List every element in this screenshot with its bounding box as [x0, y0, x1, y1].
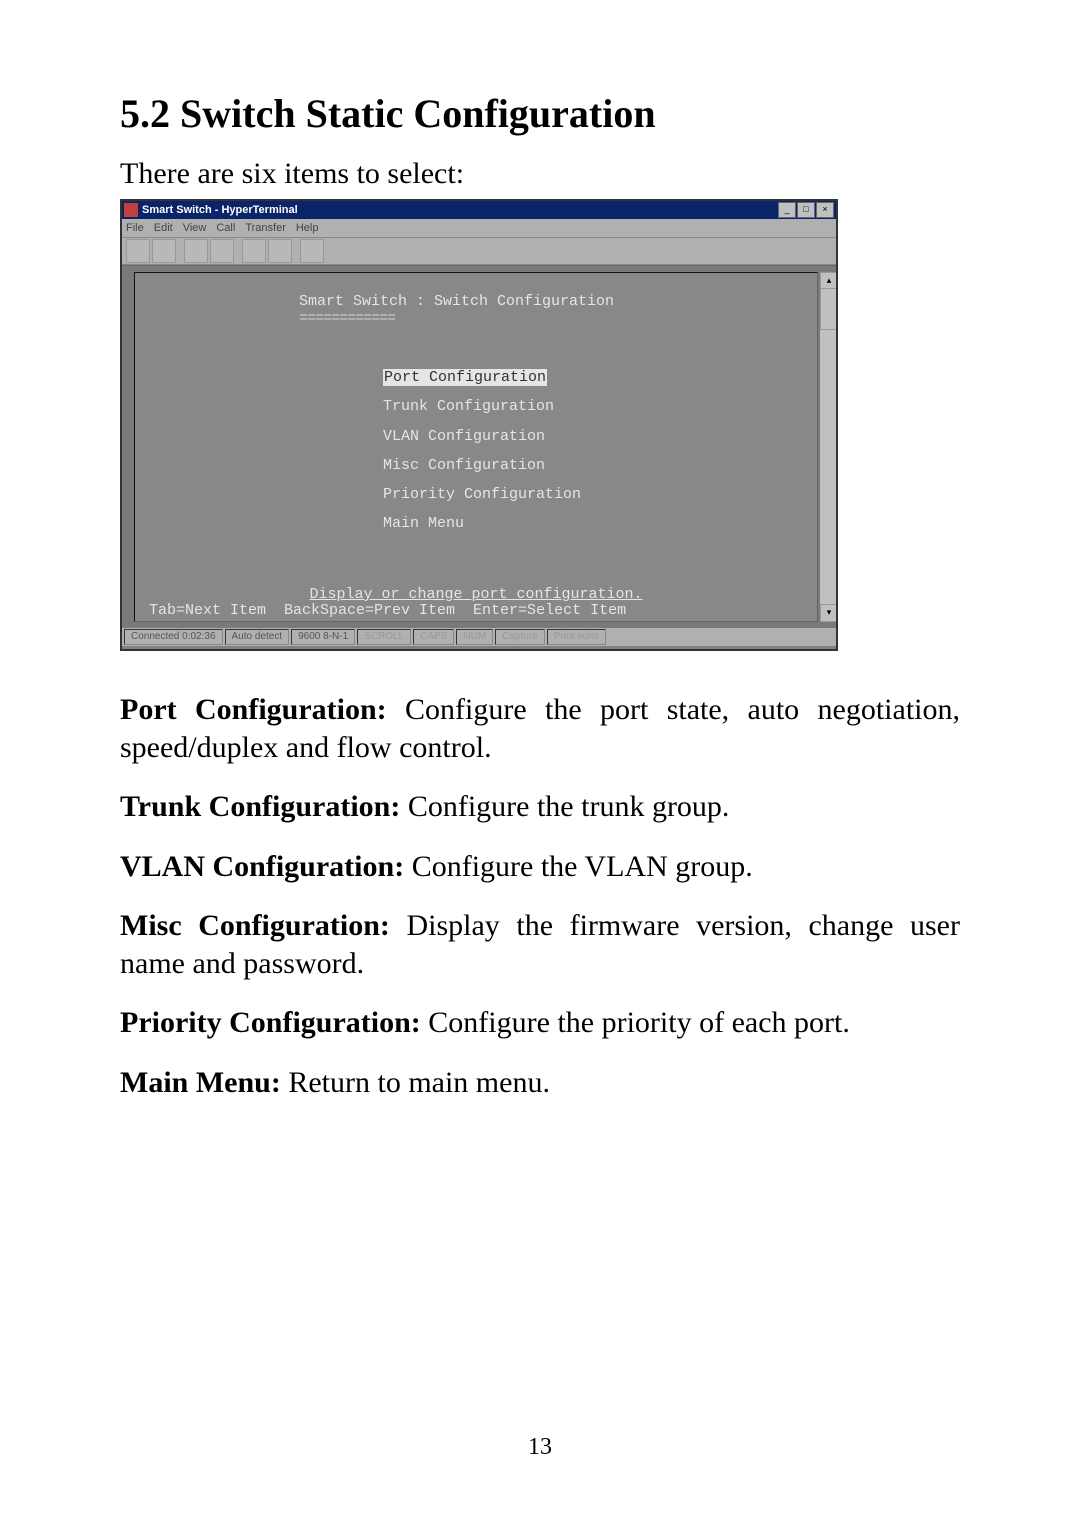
- desc-priority-configuration: Priority Configuration: Configure the pr…: [120, 1004, 960, 1042]
- terminal-screen: Smart Switch : Switch Configuration ====…: [134, 272, 818, 622]
- menu-item-vlan-configuration[interactable]: VLAN Configuration: [149, 422, 803, 451]
- desc-misc-configuration: Misc Configuration: Display the firmware…: [120, 907, 960, 982]
- menu-item-priority-configuration[interactable]: Priority Configuration: [149, 480, 803, 509]
- menu-item-port-configuration[interactable]: Port Configuration: [149, 363, 803, 392]
- minimize-button[interactable]: _: [778, 202, 796, 218]
- menu-file[interactable]: File: [126, 222, 144, 234]
- intro-text: There are six items to select:: [120, 157, 960, 191]
- title-underline: ============: [149, 310, 803, 327]
- toolbar-properties-icon[interactable]: [300, 239, 324, 263]
- scrollbar[interactable]: ▴ ▾: [820, 272, 836, 622]
- menu-edit[interactable]: Edit: [154, 222, 173, 234]
- desc-port-configuration: Port Configuration: Configure the port s…: [120, 691, 960, 766]
- help-line: Display or change port configuration.: [135, 586, 817, 603]
- status-scroll: SCROLL: [357, 629, 411, 645]
- maximize-button[interactable]: □: [797, 202, 815, 218]
- app-icon: [124, 203, 138, 217]
- menu-item-trunk-configuration[interactable]: Trunk Configuration: [149, 392, 803, 421]
- toolbar-separator: [178, 240, 182, 262]
- status-num: NUM: [456, 629, 493, 645]
- terminal-body: Smart Switch : Switch Configuration ====…: [122, 265, 836, 628]
- section-heading: 5.2 Switch Static Configuration: [120, 90, 960, 137]
- toolbar-new-icon[interactable]: [126, 239, 150, 263]
- scroll-down-icon[interactable]: ▾: [820, 604, 836, 622]
- status-caps: CAPS: [413, 629, 454, 645]
- nav-hint: Tab=Next Item BackSpace=Prev Item Enter=…: [149, 602, 626, 619]
- menu-item-main-menu[interactable]: Main Menu: [149, 509, 803, 538]
- menu-list: Port Configuration Trunk Configuration V…: [149, 363, 803, 539]
- menu-call[interactable]: Call: [216, 222, 235, 234]
- window-titlebar: Smart Switch - HyperTerminal _ □ ×: [122, 201, 836, 219]
- desc-trunk-configuration: Trunk Configuration: Configure the trunk…: [120, 788, 960, 826]
- desc-main-menu: Main Menu: Return to main menu.: [120, 1064, 960, 1102]
- toolbar-separator: [236, 240, 240, 262]
- toolbar-call-icon[interactable]: [184, 239, 208, 263]
- status-detect: Auto detect: [225, 629, 290, 645]
- status-capture: Capture: [495, 629, 545, 645]
- toolbar-disconnect-icon[interactable]: [210, 239, 234, 263]
- menubar: File Edit View Call Transfer Help: [122, 219, 836, 237]
- hyperterminal-window: Smart Switch - HyperTerminal _ □ × File …: [120, 199, 838, 651]
- toolbar-receive-icon[interactable]: [268, 239, 292, 263]
- menu-view[interactable]: View: [183, 222, 207, 234]
- menu-item-misc-configuration[interactable]: Misc Configuration: [149, 451, 803, 480]
- window-title: Smart Switch - HyperTerminal: [142, 204, 298, 216]
- toolbar-separator: [294, 240, 298, 262]
- toolbar-open-icon[interactable]: [152, 239, 176, 263]
- page-number: 13: [0, 1434, 1080, 1461]
- status-connected: Connected 0:02:36: [124, 629, 223, 645]
- scroll-thumb[interactable]: [820, 288, 836, 330]
- menu-transfer[interactable]: Transfer: [245, 222, 286, 234]
- status-printecho: Print echo: [547, 629, 606, 645]
- status-mode: 9600 8-N-1: [291, 629, 355, 645]
- toolbar: [122, 237, 836, 265]
- menu-help[interactable]: Help: [296, 222, 319, 234]
- toolbar-send-icon[interactable]: [242, 239, 266, 263]
- desc-vlan-configuration: VLAN Configuration: Configure the VLAN g…: [120, 848, 960, 886]
- statusbar: Connected 0:02:36 Auto detect 9600 8-N-1…: [122, 628, 836, 646]
- close-button[interactable]: ×: [816, 202, 834, 218]
- screen-title: Smart Switch : Switch Configuration: [149, 293, 803, 310]
